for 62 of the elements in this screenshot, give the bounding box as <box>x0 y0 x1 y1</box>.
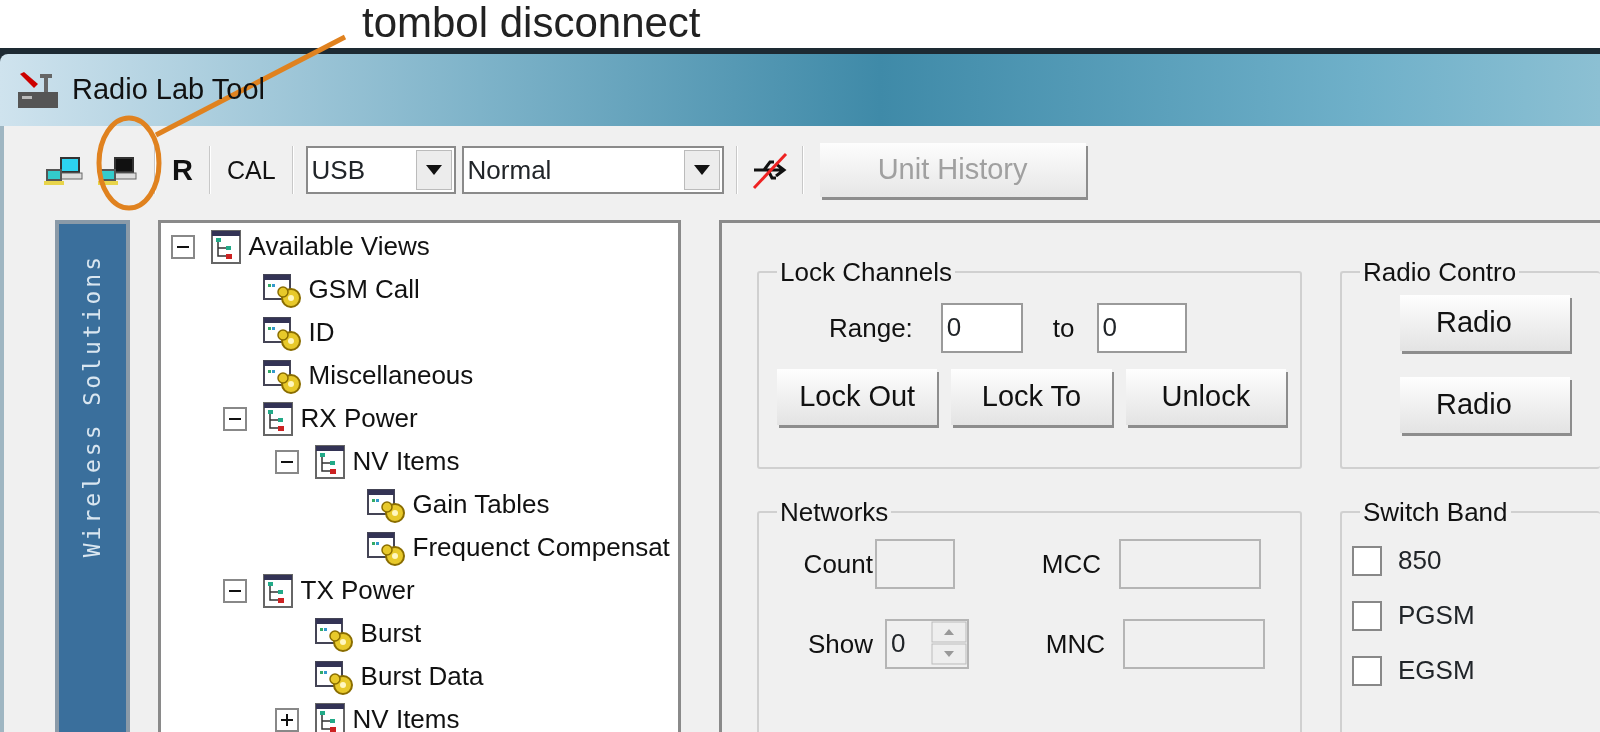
tree-folder-icon <box>262 573 293 608</box>
field-label: MCC <box>1040 547 1101 581</box>
spin-arrows-icon <box>931 621 967 665</box>
lock-button[interactable]: Lock Out <box>777 369 938 425</box>
tree-item[interactable]: Frequenct Compensat <box>412 528 670 567</box>
field-label: Count <box>802 547 873 581</box>
collapse-icon[interactable] <box>274 449 299 474</box>
collapse-icon[interactable] <box>222 406 247 431</box>
tree-item[interactable]: Gain Tables <box>412 485 550 524</box>
push-button[interactable]: Radio <box>1400 295 1570 351</box>
tree-item[interactable]: RX Power <box>300 399 418 438</box>
gear-window-icon <box>366 529 405 566</box>
mode-dropdown[interactable]: Normal <box>461 146 724 194</box>
count-field[interactable] <box>875 539 955 589</box>
caret-icon <box>425 165 442 175</box>
field-label: to <box>1052 311 1075 345</box>
to-field[interactable]: 0 <box>1096 303 1187 353</box>
tree-item[interactable]: GSM Call <box>308 270 420 309</box>
gear-window-icon <box>262 357 301 394</box>
caret-icon <box>693 165 710 175</box>
lock-button[interactable]: Lock To <box>951 369 1112 425</box>
tree-item[interactable]: ID <box>308 313 335 352</box>
expand-icon[interactable] <box>274 707 299 732</box>
tree-item[interactable]: Miscellaneous <box>308 356 474 395</box>
tree-folder-icon <box>262 401 293 436</box>
port-dropdown[interactable]: USB <box>305 146 456 194</box>
gear-window-icon <box>262 271 301 308</box>
push-button[interactable]: Radio <box>1400 377 1570 433</box>
collapse-icon[interactable] <box>222 578 247 603</box>
group-title: Lock Channels <box>779 259 953 285</box>
banner-text: Wireless Solutions <box>78 254 107 558</box>
collapse-icon[interactable] <box>170 234 195 259</box>
tree-folder-icon <box>314 444 345 479</box>
text-field[interactable] <box>1119 539 1261 589</box>
cal-button[interactable]: CAL <box>222 153 280 187</box>
checkbox-option[interactable]: PGSM <box>1352 596 1586 635</box>
lock-button[interactable]: Unlock <box>1125 369 1286 425</box>
tree-item[interactable]: NV Items <box>352 700 460 732</box>
gear-window-icon <box>366 486 405 523</box>
from-field[interactable]: 0 <box>940 303 1023 353</box>
gear-window-icon <box>314 658 353 695</box>
tree-item[interactable]: TX Power <box>300 571 415 610</box>
r-button[interactable]: R <box>168 151 197 189</box>
text-field[interactable] <box>1123 619 1265 669</box>
field-label: Range: <box>829 311 913 345</box>
checkbox-option[interactable]: EGSM <box>1352 651 1586 690</box>
gear-window-icon <box>262 314 301 351</box>
tree-item[interactable]: Burst <box>360 614 422 653</box>
annotation-text: tombol disconnect <box>362 0 701 46</box>
gear-window-icon <box>314 615 353 652</box>
field-label: MNC <box>1044 627 1105 661</box>
field-label: Show <box>806 627 873 661</box>
group-title: Networks <box>779 499 890 525</box>
group-title: Radio Contro <box>1362 259 1518 285</box>
tree-folder-icon <box>210 229 241 264</box>
tree-item[interactable]: NV Items <box>352 442 460 481</box>
checkbox-option[interactable]: 850 <box>1352 541 1586 580</box>
group-title: Switch Band <box>1362 499 1509 525</box>
show-spinner[interactable]: 0 <box>885 619 969 669</box>
app-icon <box>16 70 60 110</box>
tree-item[interactable]: Burst Data <box>360 657 484 696</box>
tree-item[interactable]: Available Views <box>248 227 430 266</box>
